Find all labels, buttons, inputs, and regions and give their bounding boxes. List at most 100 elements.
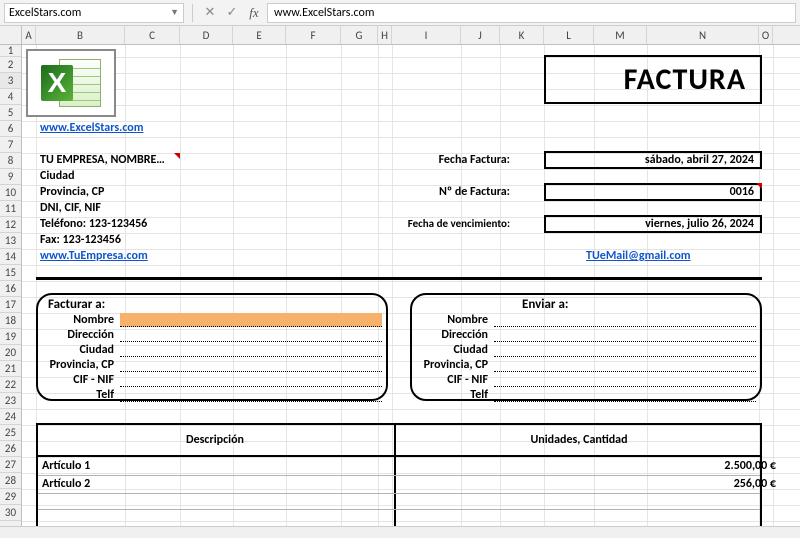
row-header[interactable]: 6 (0, 121, 21, 137)
company-fax[interactable]: Fax: 123-123456 (36, 233, 125, 247)
bill-to-row[interactable]: CIF - NIF (40, 373, 382, 387)
formula-input[interactable]: www.ExcelStars.com (267, 3, 796, 23)
column-header[interactable]: J (461, 26, 500, 44)
row-header[interactable]: 17 (0, 297, 21, 313)
worksheet[interactable]: X FACTURA www.ExcelStars.com TU EMPRESA,… (22, 45, 800, 526)
ship-to-row[interactable]: Ciudad (414, 343, 756, 357)
ship-to-row[interactable]: CIF - NIF (414, 373, 756, 387)
column-header[interactable]: G (341, 26, 378, 44)
comment-indicator-icon[interactable] (174, 153, 180, 159)
row-header[interactable]: 9 (0, 169, 21, 185)
field-label: Provincia, CP (414, 358, 494, 372)
company-website[interactable]: www.TuEmpresa.com (36, 249, 152, 263)
field-value[interactable] (494, 343, 756, 357)
row-header[interactable]: 4 (0, 89, 21, 105)
row-header[interactable]: 22 (0, 377, 21, 393)
row-header[interactable]: 24 (0, 409, 21, 425)
chevron-down-icon[interactable]: ▼ (170, 7, 179, 18)
bill-to-row[interactable]: Telf (40, 388, 382, 402)
company-name[interactable]: TU EMPRESA, NOMBRE… (36, 153, 169, 167)
row-header[interactable]: 10 (0, 185, 21, 201)
column-header[interactable]: B (36, 26, 125, 44)
field-value[interactable] (494, 358, 756, 372)
row-header[interactable]: 15 (0, 265, 21, 281)
column-header[interactable]: F (286, 26, 341, 44)
table-row-desc[interactable]: Artículo 2 (42, 477, 90, 491)
column-header[interactable]: N (647, 26, 759, 44)
row-header[interactable]: 14 (0, 249, 21, 265)
field-value[interactable] (120, 328, 382, 342)
column-header[interactable]: C (125, 26, 180, 44)
row-header[interactable]: 26 (0, 441, 21, 457)
company-phone[interactable]: Teléfono: 123-123456 (36, 217, 151, 231)
row-header[interactable]: 18 (0, 313, 21, 329)
invoice-title-box: FACTURA (544, 55, 762, 104)
row-header[interactable]: 27 (0, 457, 21, 473)
column-header[interactable]: D (180, 26, 233, 44)
row-header[interactable]: 3 (0, 73, 21, 89)
row-header[interactable]: 7 (0, 137, 21, 153)
field-value[interactable] (120, 358, 382, 372)
company-province[interactable]: Provincia, CP (36, 185, 108, 199)
row-header[interactable]: 29 (0, 489, 21, 505)
row-header[interactable]: 30 (0, 505, 21, 521)
date-label: Fecha Factura: (402, 153, 514, 167)
name-box[interactable]: ExcelStars.com ▼ (4, 3, 184, 23)
horizontal-scrollbar[interactable] (0, 526, 800, 538)
due-value[interactable]: viernes, julio 26, 2024 (544, 215, 762, 233)
select-all-corner[interactable] (0, 26, 22, 44)
ship-to-row[interactable]: Nombre (414, 313, 756, 327)
row-header[interactable]: 2 (0, 57, 21, 73)
row-header[interactable]: 25 (0, 425, 21, 441)
field-value[interactable] (494, 388, 756, 402)
email-link[interactable]: TUeMail@gmail.com (582, 249, 695, 263)
field-value[interactable] (120, 388, 382, 402)
bill-to-row[interactable]: Provincia, CP (40, 358, 382, 372)
ship-to-row[interactable]: Dirección (414, 328, 756, 342)
ship-to-row[interactable]: Provincia, CP (414, 358, 756, 372)
bill-to-row[interactable]: Nombre (40, 313, 382, 327)
field-value[interactable] (494, 373, 756, 387)
row-header[interactable]: 1 (0, 45, 21, 57)
field-value[interactable] (494, 313, 756, 327)
confirm-icon[interactable]: ✓ (223, 4, 241, 22)
column-header[interactable]: M (594, 26, 647, 44)
row-header[interactable]: 12 (0, 217, 21, 233)
bill-to-row[interactable]: Dirección (40, 328, 382, 342)
column-header[interactable]: E (233, 26, 286, 44)
column-header[interactable]: O (759, 26, 773, 44)
row-header[interactable]: 28 (0, 473, 21, 489)
column-header[interactable]: I (392, 26, 461, 44)
field-value[interactable] (120, 313, 382, 327)
number-value[interactable]: 0016 (544, 183, 762, 201)
date-value[interactable]: sábado, abril 27, 2024 (544, 151, 762, 169)
column-header[interactable]: H (378, 26, 392, 44)
column-header[interactable]: A (22, 26, 36, 44)
row-header[interactable]: 16 (0, 281, 21, 297)
row-header[interactable]: 21 (0, 361, 21, 377)
row-header[interactable]: 5 (0, 105, 21, 121)
row-header[interactable]: 13 (0, 233, 21, 249)
field-value[interactable] (494, 328, 756, 342)
ship-to-row[interactable]: Telf (414, 388, 756, 402)
fx-icon[interactable]: fx (245, 4, 263, 22)
logo-link[interactable]: www.ExcelStars.com (36, 121, 148, 135)
bill-to-row[interactable]: Ciudad (40, 343, 382, 357)
company-taxid[interactable]: DNI, CIF, NIF (36, 201, 105, 215)
table-row-desc[interactable]: Artículo 1 (42, 459, 90, 473)
table-row-amount[interactable]: 256,00 € (396, 477, 776, 491)
comment-indicator-icon[interactable] (756, 183, 762, 189)
column-header[interactable]: L (544, 26, 594, 44)
column-header[interactable]: K (500, 26, 544, 44)
table-row-amount[interactable]: 2.500,00 € (396, 459, 776, 473)
row-header[interactable]: 23 (0, 393, 21, 409)
company-city[interactable]: Ciudad (36, 169, 79, 183)
row-header[interactable]: 8 (0, 153, 21, 169)
row-header[interactable]: 20 (0, 345, 21, 361)
row-header[interactable]: 19 (0, 329, 21, 345)
cancel-icon[interactable]: ✕ (201, 4, 219, 22)
field-value[interactable] (120, 343, 382, 357)
field-value[interactable] (120, 373, 382, 387)
row-header[interactable]: 11 (0, 201, 21, 217)
formula-bar: ExcelStars.com ▼ ✕ ✓ fx www.ExcelStars.c… (0, 0, 800, 26)
